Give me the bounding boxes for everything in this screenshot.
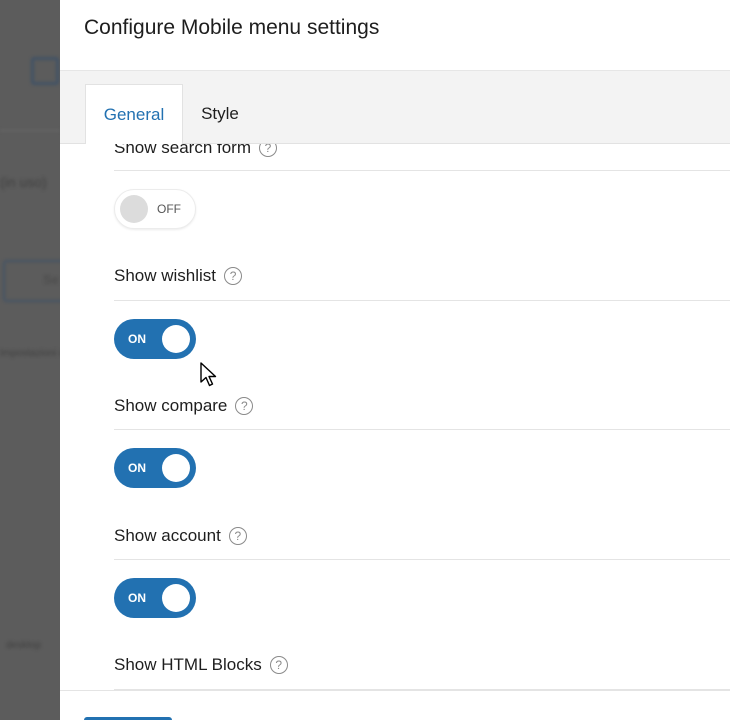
page-backdrop: (in uso) Se Impostazioni co desktop <box>0 0 60 720</box>
toggle-knob <box>162 325 190 353</box>
toggle-show-wishlist[interactable]: ON <box>114 319 196 359</box>
tab-general[interactable]: General <box>85 84 183 145</box>
setting-show-wishlist: Show wishlist? <box>114 266 730 286</box>
modal-header: Configure Mobile menu settings <box>60 0 730 71</box>
setting-label: Show compare <box>114 396 228 415</box>
divider <box>114 429 730 430</box>
toggle-knob <box>162 584 190 612</box>
toggle-state-text: ON <box>128 591 146 605</box>
setting-label: Show HTML Blocks <box>114 655 262 674</box>
backdrop-text-small: Impostazioni co <box>0 348 60 359</box>
tabs-bar: General Style <box>60 71 730 145</box>
backdrop-button: Se <box>3 260 60 302</box>
toggle-knob <box>120 195 148 223</box>
toggle-state-text: OFF <box>157 202 181 216</box>
help-icon[interactable]: ? <box>259 144 277 157</box>
modal-title: Configure Mobile menu settings <box>84 16 380 39</box>
modal-footer <box>60 690 730 720</box>
setting-show-html-blocks: Show HTML Blocks? <box>114 655 730 675</box>
toggle-show-compare[interactable]: ON <box>114 448 196 488</box>
settings-content[interactable]: Show search form? OFF Show wishlist? ON … <box>60 144 730 690</box>
toggle-state-text: ON <box>128 332 146 346</box>
toggle-show-account[interactable]: ON <box>114 578 196 618</box>
help-icon[interactable]: ? <box>269 656 288 674</box>
toggle-state-text: ON <box>128 461 146 475</box>
help-icon[interactable]: ? <box>235 397 254 415</box>
toggle-show-search-form[interactable]: OFF <box>114 189 196 229</box>
setting-show-account: Show account? <box>114 526 730 546</box>
backdrop-button-label: Se <box>43 272 59 287</box>
tab-style[interactable]: Style <box>192 84 248 144</box>
settings-modal: Configure Mobile menu settings General S… <box>60 0 730 720</box>
setting-show-search-form: Show search form? <box>114 144 730 158</box>
divider <box>114 300 730 301</box>
help-icon[interactable]: ? <box>228 527 247 545</box>
mouse-pointer-icon <box>200 362 217 387</box>
setting-label: Show search form <box>114 144 251 157</box>
setting-label: Show account <box>114 526 221 545</box>
setting-show-compare: Show compare? <box>114 396 730 416</box>
help-icon[interactable]: ? <box>224 267 243 285</box>
toggle-knob <box>162 454 190 482</box>
divider <box>114 559 730 560</box>
window-icon <box>31 57 59 85</box>
divider <box>114 170 730 171</box>
backdrop-text-in-uso: (in uso) <box>0 174 47 190</box>
backdrop-text-desktop: desktop <box>6 640 42 651</box>
setting-label: Show wishlist <box>114 266 217 285</box>
